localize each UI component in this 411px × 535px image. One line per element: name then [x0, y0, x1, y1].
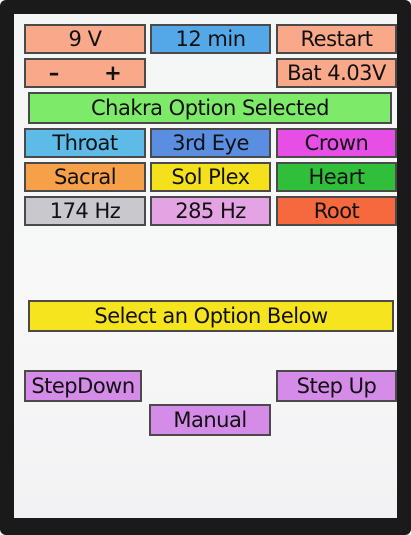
chakra-heart-button[interactable]: Heart	[276, 162, 397, 192]
voltage-button[interactable]: 9 V	[24, 24, 146, 54]
device-frame: 9 V 12 min Restart – + Bat 4.03V Chakra …	[0, 0, 411, 535]
adjust-button[interactable]: – +	[24, 58, 146, 88]
plus-label: +	[104, 60, 122, 85]
battery-indicator: Bat 4.03V	[276, 58, 397, 88]
touch-screen: 9 V 12 min Restart – + Bat 4.03V Chakra …	[14, 14, 397, 518]
chakra-root-button[interactable]: Root	[276, 196, 397, 226]
freq-285-button[interactable]: 285 Hz	[150, 196, 271, 226]
chakra-third-eye-button[interactable]: 3rd Eye	[150, 128, 271, 158]
minus-label: –	[48, 60, 60, 85]
chakra-crown-button[interactable]: Crown	[276, 128, 397, 158]
chakra-sacral-button[interactable]: Sacral	[24, 162, 146, 192]
duration-button[interactable]: 12 min	[150, 24, 271, 54]
manual-button[interactable]: Manual	[149, 404, 271, 436]
step-down-button[interactable]: StepDown	[24, 370, 142, 402]
step-up-button[interactable]: Step Up	[276, 370, 397, 402]
restart-button[interactable]: Restart	[276, 24, 397, 54]
status-bar: Chakra Option Selected	[28, 92, 392, 124]
freq-174-button[interactable]: 174 Hz	[24, 196, 146, 226]
select-option-prompt: Select an Option Below	[28, 300, 394, 332]
chakra-solar-plexus-button[interactable]: Sol Plex	[150, 162, 271, 192]
chakra-throat-button[interactable]: Throat	[24, 128, 146, 158]
